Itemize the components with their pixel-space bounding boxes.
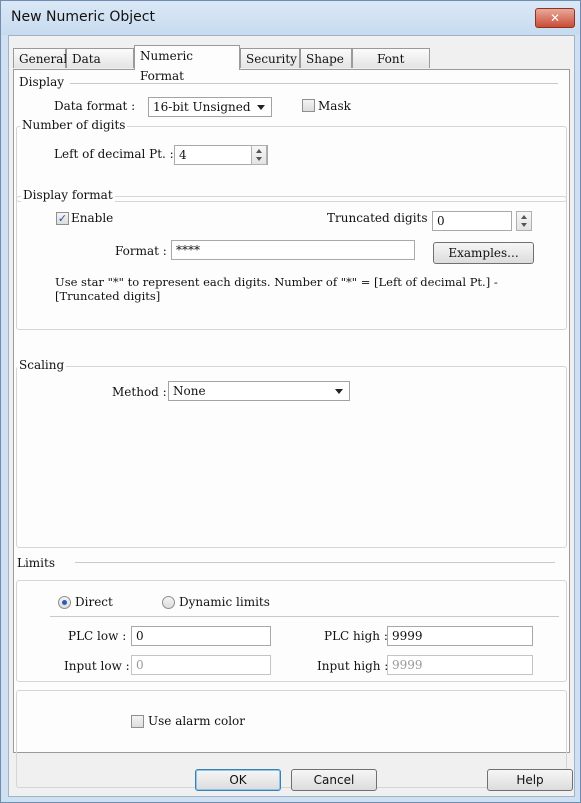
input-low-label: Input low : (64, 659, 130, 673)
limits-divider (75, 562, 555, 563)
truncated-digits-label: Truncated digits : (327, 211, 436, 225)
dynamic-limits-radio[interactable] (162, 596, 175, 609)
input-high-input[interactable]: 9999 (387, 655, 533, 675)
format-hint-line1: Use star "*" to represent each digits. N… (55, 275, 498, 289)
mask-label: Mask (318, 99, 351, 113)
enable-checkbox[interactable]: ✓ (56, 212, 69, 225)
mask-checkbox[interactable] (302, 99, 315, 112)
input-low-input[interactable]: 0 (131, 655, 271, 675)
scaling-method-select[interactable]: None (168, 381, 350, 401)
format-hint-line2: [Truncated digits] (55, 289, 161, 303)
limits-inner-divider (50, 616, 559, 617)
display-group-label: Display (17, 75, 67, 89)
window-title: New Numeric Object (11, 9, 155, 25)
alarm-color-label: Use alarm color (148, 714, 246, 728)
tab-label: Security (246, 52, 297, 66)
data-format-value: 16-bit Unsigned (153, 100, 251, 114)
tab-general[interactable]: General (13, 48, 68, 68)
cancel-button[interactable]: Cancel (291, 769, 377, 791)
arrow-down-icon (521, 223, 527, 227)
data-format-select[interactable]: 16-bit Unsigned (148, 97, 272, 117)
examples-button[interactable]: Examples... (433, 242, 534, 264)
plc-high-label: PLC high : (324, 629, 388, 643)
dynamic-limits-label: Dynamic limits (179, 595, 270, 609)
arrow-down-icon (256, 157, 262, 161)
tab-label: Shape (306, 52, 344, 66)
title-bar[interactable]: New Numeric Object ✕ (1, 1, 580, 35)
truncated-digits-input[interactable]: 0 (432, 211, 512, 231)
direct-label: Direct (75, 595, 113, 609)
method-value: None (173, 384, 206, 398)
format-input[interactable]: **** (171, 240, 415, 260)
plc-high-input[interactable]: 9999 (387, 626, 533, 646)
help-button[interactable]: Help (487, 769, 573, 791)
tab-label: General (19, 52, 68, 66)
close-icon: ✕ (549, 11, 561, 25)
plc-low-input[interactable]: 0 (131, 626, 271, 646)
format-label: Format : (115, 244, 167, 258)
limits-group-label: Limits (15, 556, 58, 570)
numeric-format-panel: Display Data format : 16-bit Unsigned Ma… (13, 69, 570, 788)
close-button[interactable]: ✕ (535, 8, 575, 28)
chevron-down-icon (257, 105, 265, 110)
display-format-group-label: Display format (21, 188, 115, 202)
plc-low-label: PLC low : (68, 629, 127, 643)
checkmark-icon: ✓ (57, 212, 68, 225)
tab-security[interactable]: Security (240, 48, 300, 68)
tab-data-entry[interactable]: Data Entry (66, 48, 134, 86)
tab-numeric-format[interactable]: Numeric Format (134, 45, 240, 83)
enable-label: Enable (71, 211, 114, 225)
direct-radio[interactable] (58, 596, 71, 609)
input-high-label: Input high : (317, 659, 389, 673)
ok-button[interactable]: OK (195, 769, 281, 791)
tab-shape[interactable]: Shape (300, 48, 352, 68)
chevron-down-icon (335, 389, 343, 394)
left-of-decimal-label: Left of decimal Pt. : (54, 147, 174, 161)
method-label: Method : (112, 385, 167, 399)
alarm-color-checkbox[interactable] (131, 715, 144, 728)
digits-group-label: Number of digits (20, 118, 128, 132)
dialog-client: General Data Entry Numeric Format Securi… (8, 35, 575, 797)
truncated-digits-stepper[interactable] (516, 211, 532, 231)
scaling-group-label: Scaling (17, 358, 67, 372)
arrow-up-icon (256, 149, 262, 153)
left-of-decimal-stepper[interactable] (251, 145, 267, 165)
arrow-up-icon (521, 215, 527, 219)
dialog-window: New Numeric Object ✕ General Data Entry … (0, 0, 581, 803)
tab-label: Font (377, 52, 405, 66)
tab-font[interactable]: Font (352, 48, 430, 68)
data-format-label: Data format : (54, 99, 136, 113)
